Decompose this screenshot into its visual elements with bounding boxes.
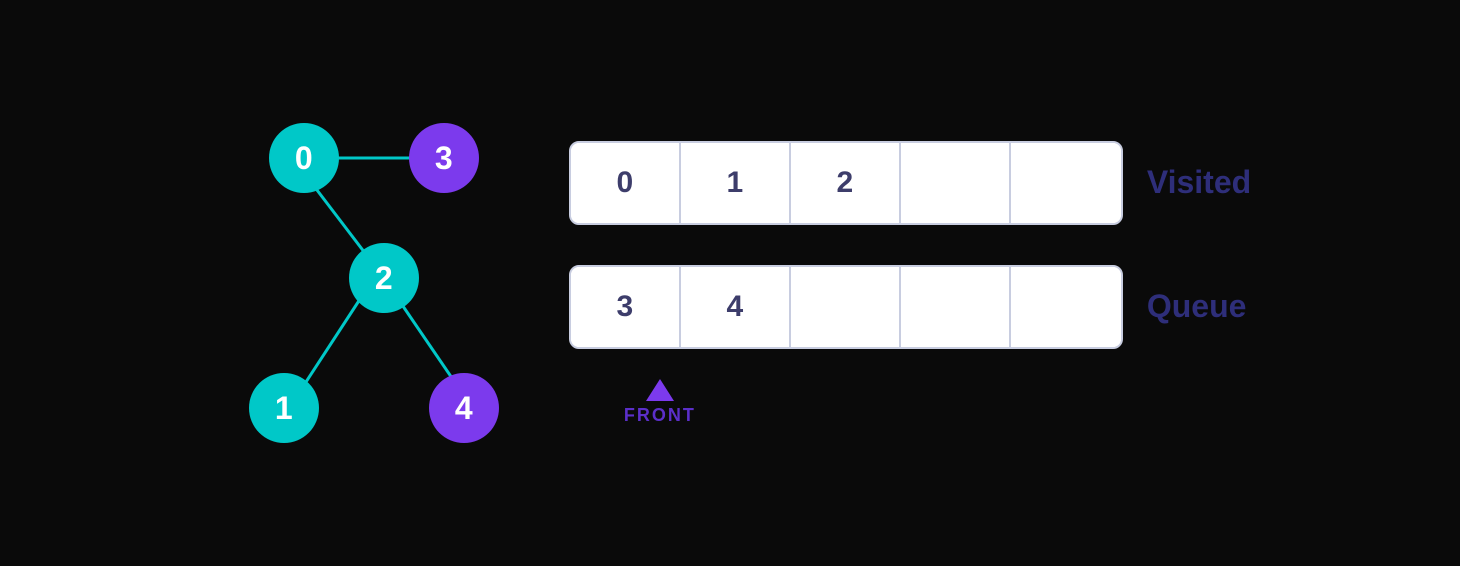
front-arrow [646, 379, 674, 401]
graph-node-3: 3 [409, 123, 479, 193]
visited-label: Visited [1147, 164, 1251, 201]
graph-node-2: 2 [349, 243, 419, 313]
arrays-section: 0 1 2 Visited 3 4 Queue FRONT [569, 141, 1251, 426]
visited-cell-1: 1 [681, 143, 791, 223]
graph-node-1: 1 [249, 373, 319, 443]
visited-cell-0: 0 [571, 143, 681, 223]
main-container: 0 3 2 1 4 0 1 2 Visited [209, 83, 1251, 483]
graph-node-0: 0 [269, 123, 339, 193]
visited-cell-4 [1011, 143, 1121, 223]
visited-array: 0 1 2 [569, 141, 1123, 225]
queue-cell-3 [901, 267, 1011, 347]
queue-row: 3 4 Queue [569, 265, 1247, 349]
visited-row: 0 1 2 Visited [569, 141, 1251, 225]
queue-cell-2 [791, 267, 901, 347]
visited-cell-2: 2 [791, 143, 901, 223]
visited-cell-3 [901, 143, 1011, 223]
front-indicator: FRONT [624, 379, 696, 426]
queue-label: Queue [1147, 288, 1247, 325]
graph-section: 0 3 2 1 4 [209, 83, 509, 483]
queue-cell-4 [1011, 267, 1121, 347]
queue-array: 3 4 [569, 265, 1123, 349]
front-label: FRONT [624, 405, 696, 426]
queue-cell-0: 3 [571, 267, 681, 347]
graph-node-4: 4 [429, 373, 499, 443]
queue-cell-1: 4 [681, 267, 791, 347]
